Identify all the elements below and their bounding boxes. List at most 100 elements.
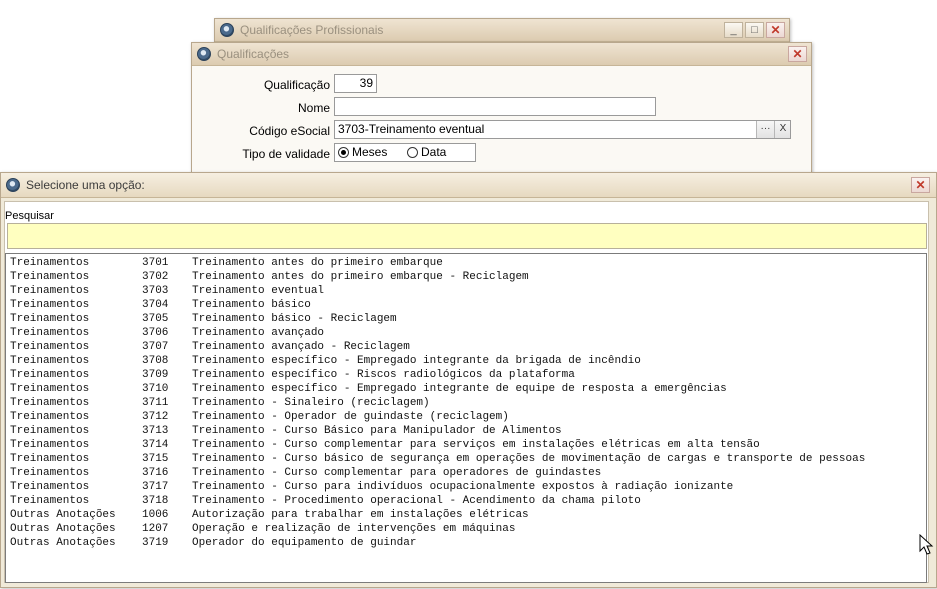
window-title: Qualificações	[217, 47, 290, 61]
qualificacao-label: Qualificação	[263, 78, 330, 92]
list-item[interactable]: Treinamentos 3702 Treinamento antes do pri…	[6, 270, 926, 284]
category-cell: Treinamentos	[10, 481, 90, 493]
list-item[interactable]: Treinamentos 3708 Treinamento específico -…	[6, 354, 926, 368]
description-cell: Treinamento específico - Empregado integ…	[192, 383, 727, 395]
list-item[interactable]: Treinamentos 3717 Treinamento - Curso para…	[6, 480, 926, 494]
category-cell: Treinamentos	[10, 327, 90, 339]
category-cell: Treinamentos	[10, 425, 90, 437]
list-item[interactable]: Treinamentos 3704 Treinamento básico	[6, 298, 926, 312]
description-cell: Treinamento básico - Reciclagem	[192, 313, 397, 325]
description-cell: Treinamento - Curso complementar para se…	[192, 439, 760, 451]
description-cell: Treinamento antes do primeiro embarque -…	[192, 271, 529, 283]
category-cell: Treinamentos	[10, 411, 90, 423]
list-item[interactable]: Outras Anotações 1006 Autorização para tra…	[6, 508, 926, 522]
category-cell: Treinamentos	[10, 453, 90, 465]
code-cell: 3714	[142, 439, 169, 451]
list-item[interactable]: Outras Anotações 3719 Operador do equipame…	[6, 536, 926, 550]
code-cell: 3712	[142, 411, 169, 423]
code-cell: 3716	[142, 467, 169, 479]
list-item[interactable]: Treinamentos 3709 Treinamento específico -…	[6, 368, 926, 382]
description-cell: Treinamento - Curso para indivíduos ocup…	[192, 481, 734, 493]
category-cell: Outras Anotações	[10, 537, 116, 549]
code-cell: 3704	[142, 299, 169, 311]
select-option-dialog: Selecione uma opção: ✕ Pesquisar Treinam…	[0, 172, 937, 588]
category-cell: Treinamentos	[10, 369, 90, 381]
mouse-pointer-icon	[919, 534, 934, 555]
list-item[interactable]: Treinamentos 3706 Treinamento avançado	[6, 326, 926, 340]
title-bar[interactable]: Qualificações Profissionais _ □ ✕	[215, 19, 789, 42]
description-cell: Operador do equipamento de guindar	[192, 537, 417, 549]
list-item[interactable]: Treinamentos 3714 Treinamento - Curso comp…	[6, 438, 926, 452]
data-radio-label[interactable]: Data	[421, 144, 446, 161]
browse-button[interactable]: ···	[756, 121, 774, 138]
qualificacao-field[interactable]: 39	[334, 74, 377, 93]
code-cell: 3710	[142, 383, 169, 395]
maximize-button[interactable]: □	[745, 22, 764, 38]
category-cell: Treinamentos	[10, 439, 90, 451]
codigo-esocial-label: Código eSocial	[249, 124, 330, 138]
category-cell: Treinamentos	[10, 285, 90, 297]
code-cell: 1207	[142, 523, 169, 535]
list-item[interactable]: Treinamentos 3705 Treinamento básico - Rec…	[6, 312, 926, 326]
close-button[interactable]: ✕	[911, 177, 930, 193]
options-list[interactable]: Treinamentos 3701 Treinamento antes do pri…	[5, 253, 927, 583]
code-cell: 3711	[142, 397, 169, 409]
description-cell: Treinamento específico - Riscos radiológ…	[192, 369, 575, 381]
search-input[interactable]	[7, 223, 927, 249]
list-item[interactable]: Treinamentos 3715 Treinamento - Curso bási…	[6, 452, 926, 466]
list-item[interactable]: Treinamentos 3707 Treinamento avançado - R…	[6, 340, 926, 354]
tipo-validade-label: Tipo de validade	[242, 147, 330, 161]
nome-field[interactable]	[334, 97, 656, 116]
category-cell: Treinamentos	[10, 495, 90, 507]
minimize-button[interactable]: _	[724, 22, 743, 38]
app-icon	[197, 47, 211, 61]
list-item[interactable]: Treinamentos 3716 Treinamento - Curso comp…	[6, 466, 926, 480]
codigo-esocial-field[interactable]: 3703-Treinamento eventual ··· X	[334, 120, 791, 139]
category-cell: Outras Anotações	[10, 523, 116, 535]
category-cell: Treinamentos	[10, 271, 90, 283]
meses-radio[interactable]	[338, 147, 349, 158]
tipo-validade-group: Meses Data	[334, 143, 476, 162]
title-bar[interactable]: Qualificações ✕	[192, 43, 811, 66]
close-button[interactable]: ✕	[766, 22, 785, 38]
category-cell: Treinamentos	[10, 257, 90, 269]
description-cell: Treinamento básico	[192, 299, 311, 311]
code-cell: 3706	[142, 327, 169, 339]
close-button[interactable]: ✕	[788, 46, 807, 62]
description-cell: Treinamento - Operador de guindaste (rec…	[192, 411, 509, 423]
search-label: Pesquisar	[5, 210, 54, 222]
list-item[interactable]: Treinamentos 3713 Treinamento - Curso Bási…	[6, 424, 926, 438]
category-cell: Outras Anotações	[10, 509, 116, 521]
description-cell: Treinamento - Curso básico de segurança …	[192, 453, 866, 465]
description-cell: Treinamento - Curso complementar para op…	[192, 467, 602, 479]
description-cell: Treinamento - Sinaleiro (reciclagem)	[192, 397, 430, 409]
list-item[interactable]: Treinamentos 3718 Treinamento - Procedimen…	[6, 494, 926, 508]
code-cell: 3718	[142, 495, 169, 507]
code-cell: 3708	[142, 355, 169, 367]
category-cell: Treinamentos	[10, 299, 90, 311]
code-cell: 1006	[142, 509, 169, 521]
category-cell: Treinamentos	[10, 313, 90, 325]
title-bar[interactable]: Selecione uma opção: ✕	[1, 173, 936, 198]
code-cell: 3719	[142, 537, 169, 549]
description-cell: Operação e realização de intervenções em…	[192, 523, 516, 535]
list-item[interactable]: Treinamentos 3703 Treinamento eventual	[6, 284, 926, 298]
category-cell: Treinamentos	[10, 467, 90, 479]
description-cell: Autorização para trabalhar em instalaçõe…	[192, 509, 529, 521]
code-cell: 3701	[142, 257, 169, 269]
list-item[interactable]: Treinamentos 3701 Treinamento antes do pri…	[6, 256, 926, 270]
category-cell: Treinamentos	[10, 341, 90, 353]
clear-button[interactable]: X	[774, 121, 790, 138]
list-item[interactable]: Treinamentos 3711 Treinamento - Sinaleiro …	[6, 396, 926, 410]
data-radio[interactable]	[407, 147, 418, 158]
description-cell: Treinamento - Procedimento operacional -…	[192, 495, 641, 507]
description-cell: Treinamento antes do primeiro embarque	[192, 257, 443, 269]
meses-radio-label[interactable]: Meses	[352, 144, 387, 161]
category-cell: Treinamentos	[10, 355, 90, 367]
code-cell: 3713	[142, 425, 169, 437]
list-item[interactable]: Treinamentos 3710 Treinamento específico -…	[6, 382, 926, 396]
list-item[interactable]: Treinamentos 3712 Treinamento - Operador d…	[6, 410, 926, 424]
code-cell: 3717	[142, 481, 169, 493]
list-item[interactable]: Outras Anotações 1207 Operação e realizaçã…	[6, 522, 926, 536]
description-cell: Treinamento específico - Empregado integ…	[192, 355, 641, 367]
